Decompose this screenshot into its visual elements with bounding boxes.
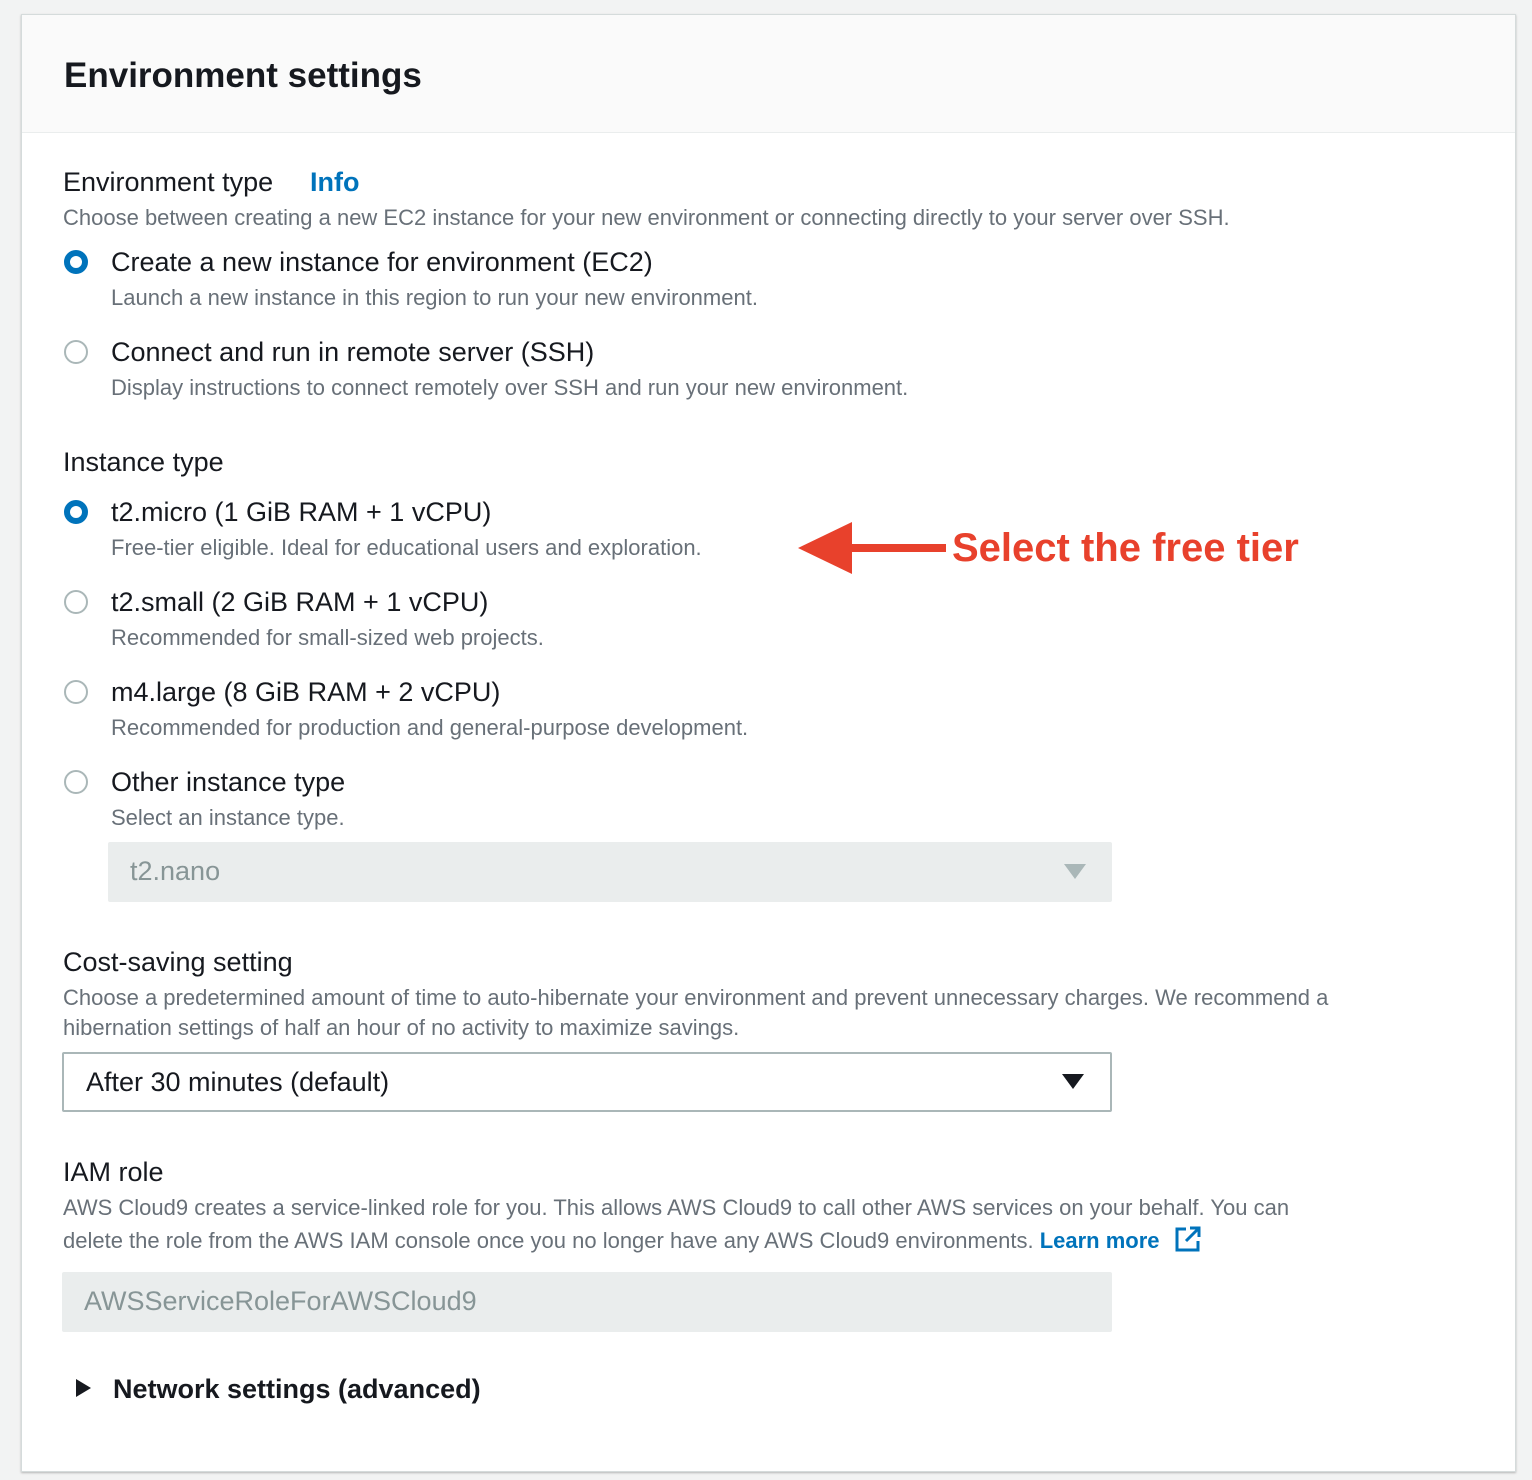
iam-role-description-text: delete the role from the AWS IAM console… <box>63 1228 1034 1253</box>
radio-ssh-label[interactable]: Connect and run in remote server (SSH) <box>111 336 594 368</box>
radio-ec2-label[interactable]: Create a new instance for environment (E… <box>111 246 653 278</box>
radio-other-instance-label[interactable]: Other instance type <box>111 766 345 798</box>
environment-type-info-link[interactable]: Info <box>310 166 359 198</box>
iam-role-description-line1: AWS Cloud9 creates a service-linked role… <box>63 1195 1290 1220</box>
iam-role-description-line2: delete the role from the AWS IAM console… <box>63 1225 1202 1256</box>
iam-role-value: AWSServiceRoleForAWSCloud9 <box>84 1286 477 1316</box>
radio-t2-small[interactable] <box>64 590 88 614</box>
external-link-icon[interactable] <box>1174 1225 1202 1253</box>
radio-other-instance[interactable] <box>64 770 88 794</box>
radio-t2-small-description: Recommended for small-sized web projects… <box>111 625 544 650</box>
radio-ec2[interactable] <box>64 250 88 274</box>
radio-m4-large-description: Recommended for production and general-p… <box>111 715 749 740</box>
panel-title: Environment settings <box>64 56 422 95</box>
radio-other-instance-description: Select an instance type. <box>111 805 345 830</box>
radio-ec2-description: Launch a new instance in this region to … <box>111 285 758 310</box>
radio-m4-large-label[interactable]: m4.large (8 GiB RAM + 2 vCPU) <box>111 676 500 708</box>
iam-role-label: IAM role <box>63 1157 164 1187</box>
panel-header: Environment settings <box>22 15 1515 133</box>
learn-more-label[interactable]: Learn more <box>1040 1228 1160 1253</box>
caret-down-icon <box>1064 864 1086 879</box>
caret-down-icon <box>1062 1074 1084 1089</box>
cost-saving-description-line2: hibernation settings of half an hour of … <box>63 1015 740 1040</box>
radio-ssh-description: Display instructions to connect remotely… <box>111 375 909 400</box>
caret-right-icon[interactable] <box>76 1379 91 1397</box>
environment-type-description: Choose between creating a new EC2 instan… <box>63 205 1230 230</box>
radio-t2-micro-description: Free-tier eligible. Ideal for educationa… <box>111 535 702 560</box>
other-instance-type-select: t2.nano <box>108 842 1112 902</box>
annotation-text: Select the free tier <box>952 526 1299 570</box>
cost-saving-value: After 30 minutes (default) <box>86 1067 390 1097</box>
radio-t2-small-label[interactable]: t2.small (2 GiB RAM + 1 vCPU) <box>111 586 488 618</box>
radio-m4-large[interactable] <box>64 680 88 704</box>
radio-t2-micro-label[interactable]: t2.micro (1 GiB RAM + 1 vCPU) <box>111 496 491 528</box>
cost-saving-select[interactable]: After 30 minutes (default) <box>62 1052 1112 1112</box>
instance-type-label: Instance type <box>63 447 224 477</box>
radio-t2-micro[interactable] <box>64 500 88 524</box>
radio-ssh[interactable] <box>64 340 88 364</box>
other-instance-type-value: t2.nano <box>130 856 221 886</box>
annotation-arrow-icon <box>798 522 946 574</box>
cost-saving-label: Cost-saving setting <box>63 947 293 977</box>
environment-type-label: Environment type <box>63 167 274 197</box>
iam-role-field: AWSServiceRoleForAWSCloud9 <box>62 1272 1112 1332</box>
learn-more-link[interactable]: Learn more <box>1040 1225 1202 1253</box>
cost-saving-description-line1: Choose a predetermined amount of time to… <box>63 985 1329 1010</box>
network-settings-label[interactable]: Network settings (advanced) <box>113 1373 481 1405</box>
